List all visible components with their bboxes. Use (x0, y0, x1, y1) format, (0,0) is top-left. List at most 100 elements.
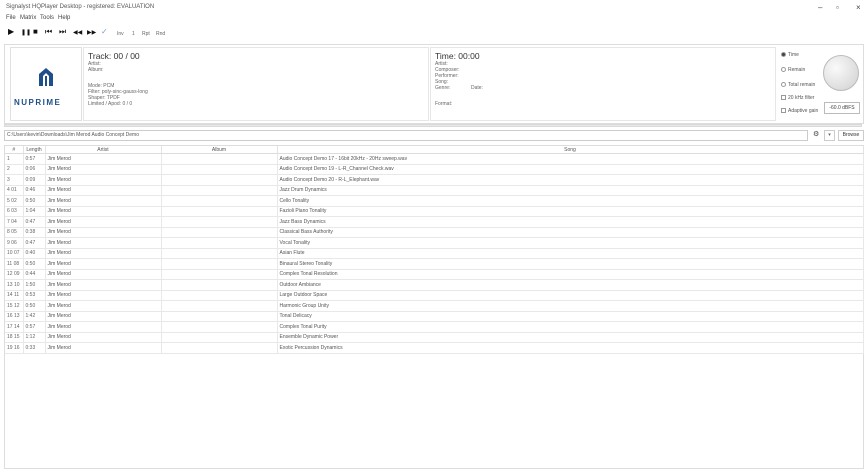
column-header-length[interactable]: Length (23, 146, 46, 154)
nuprime-logo-icon (37, 66, 55, 90)
table-row[interactable]: 17 14 0:57 Jim Merod Complex Tonal Purity (5, 321, 864, 333)
fast-forward-icon[interactable]: ▶▶ (87, 28, 96, 38)
cell-artist: Jim Merod (45, 248, 162, 259)
cell-artist: Jim Merod (45, 269, 162, 280)
play-icon[interactable]: ▶ (8, 27, 14, 37)
remain-radio[interactable]: Remain (781, 67, 805, 73)
repeat-button[interactable]: Rpt (142, 29, 150, 39)
table-row[interactable]: 7 04 0:47 Jim Merod Jazz Bass Dynamics (5, 216, 864, 228)
minimize-button[interactable]: – (818, 3, 822, 12)
cell-song: Fazioli Piano Tonality (277, 206, 864, 217)
cell-length: 0:09 (23, 174, 46, 186)
invert-button[interactable]: Inv (117, 29, 124, 39)
cell-album (161, 342, 278, 354)
rewind-icon[interactable]: ◀◀ (73, 28, 82, 38)
table-row[interactable]: 18 15 1:12 Jim Merod Ensemble Dynamic Power (5, 332, 864, 343)
table-row[interactable]: 4 01 0:46 Jim Merod Jazz Drum Dynamics (5, 185, 864, 196)
cell-song: Harmonic Group Unity (277, 300, 864, 312)
cell-album (161, 164, 278, 175)
pause-icon[interactable]: ❚❚ (21, 28, 31, 38)
folder-path-input[interactable]: C:\Users\kevin\Downloads\Jim Merod Audio… (4, 130, 808, 141)
previous-track-icon[interactable]: ⏮ (45, 27, 52, 37)
cell-album (161, 332, 278, 343)
cell-album (161, 237, 278, 249)
next-track-icon[interactable]: ⏭ (59, 27, 66, 37)
cell-number: 4 01 (5, 185, 24, 196)
cell-song: Asian Flute (277, 248, 864, 259)
table-row[interactable]: 6 03 1:04 Jim Merod Fazioli Piano Tonality (5, 206, 864, 217)
cell-song: Complex Tonal Purity (277, 321, 864, 333)
path-bar: C:\Users\kevin\Downloads\Jim Merod Audio… (4, 130, 864, 141)
gain-readout: -60.0 dBFS (824, 102, 860, 114)
cell-song: Jazz Drum Dynamics (277, 185, 864, 196)
table-row[interactable]: 5 02 0:50 Jim Merod Cello Tonality (5, 195, 864, 207)
cell-artist: Jim Merod (45, 321, 162, 333)
column-header-artist[interactable]: Artist (45, 146, 162, 154)
cell-artist: Jim Merod (45, 342, 162, 354)
cell-number: 13 10 (5, 279, 24, 291)
stop-icon[interactable]: ■ (33, 27, 38, 37)
cell-length: 0:46 (23, 185, 46, 196)
single-button[interactable]: 1 (132, 29, 135, 39)
cell-artist: Jim Merod (45, 195, 162, 207)
table-row[interactable]: 10 07 0:40 Jim Merod Asian Flute (5, 248, 864, 259)
table-row[interactable]: 9 06 0:47 Jim Merod Vocal Tonality (5, 237, 864, 249)
random-button[interactable]: Rnd (156, 29, 165, 39)
cell-number: 9 06 (5, 237, 24, 249)
table-row[interactable]: 8 05 0:38 Jim Merod Classical Bass Authorit… (5, 227, 864, 238)
cell-album (161, 216, 278, 228)
adaptive-gain-checkbox[interactable]: Adaptive gain (781, 108, 818, 114)
menu-help[interactable]: Help (58, 15, 70, 21)
menu-matrix[interactable]: Matrix (20, 15, 36, 21)
table-row[interactable]: 13 10 1:50 Jim Merod Outdoor Ambiance (5, 279, 864, 291)
cell-number: 11 08 (5, 258, 24, 270)
table-row[interactable]: 14 11 0:53 Jim Merod Large Outdoor Space (5, 290, 864, 301)
filter-20k-label: 20 kHz filter (788, 95, 815, 101)
cell-length: 0:50 (23, 258, 46, 270)
cell-song: Audio Concept Demo 19 - L-R_Channel Chec… (277, 164, 864, 175)
filter-20k-checkbox[interactable]: 20 kHz filter (781, 95, 814, 101)
title-bar: Signalyst HQPlayer Desktop - registered:… (0, 0, 866, 14)
menu-file[interactable]: File (6, 15, 16, 21)
time-info: Time: 00:00 Artist: Composer: Performer:… (430, 47, 776, 121)
column-header-number[interactable]: # (5, 146, 24, 154)
maximize-button[interactable]: ▫ (836, 3, 839, 12)
column-header-song[interactable]: Song (277, 146, 864, 154)
cell-number: 16 13 (5, 311, 24, 322)
table-row[interactable]: 12 09 0:44 Jim Merod Complex Tonal Resoluti… (5, 269, 864, 280)
seek-bar[interactable] (4, 124, 862, 127)
close-button[interactable]: × (856, 3, 861, 12)
table-row[interactable]: 2 0:06 Jim Merod Audio Concept Demo 19 - L-… (5, 164, 864, 175)
time-radio[interactable]: Time (781, 52, 799, 58)
table-row[interactable]: 3 0:09 Jim Merod Audio Concept Demo 20 - R-… (5, 174, 864, 186)
total-remain-radio[interactable]: Total remain (781, 82, 815, 88)
cell-album (161, 153, 278, 165)
table-row[interactable]: 11 08 0:50 Jim Merod Binaural Stereo Tonali… (5, 258, 864, 270)
remain-radio-label: Remain (788, 67, 806, 73)
logo-text: NUPRIME (14, 98, 62, 107)
cell-album (161, 269, 278, 280)
chevron-down-icon[interactable]: ▾ (824, 130, 835, 141)
cell-number: 12 09 (5, 269, 24, 280)
cell-artist: Jim Merod (45, 227, 162, 238)
window-title: Signalyst HQPlayer Desktop - registered:… (6, 4, 155, 10)
cell-number: 19 16 (5, 342, 24, 354)
volume-knob[interactable] (823, 55, 859, 91)
cell-length: 0:47 (23, 216, 46, 228)
format-label: Format: (435, 101, 453, 107)
table-row[interactable]: 16 13 1:42 Jim Merod Tonal Delicacy (5, 311, 864, 322)
display-options: Time Remain Total remain 20 kHz filter A… (778, 47, 861, 119)
gear-icon[interactable]: ⚙ (813, 130, 819, 138)
cell-number: 7 04 (5, 216, 24, 228)
cell-song: Audio Concept Demo 20 - R-L_Elephant.wav (277, 174, 864, 186)
cell-song: Complex Tonal Resolution (277, 269, 864, 280)
cell-album (161, 258, 278, 270)
cell-number: 6 03 (5, 206, 24, 217)
table-row[interactable]: 15 12 0:50 Jim Merod Harmonic Group Unity (5, 300, 864, 312)
table-row[interactable]: 19 16 0:33 Jim Merod Exotic Percussion Dyna… (5, 342, 864, 354)
table-row[interactable]: 1 0:57 Jim Merod Audio Concept Demo 17 - 16… (5, 153, 864, 165)
column-header-album[interactable]: Album (161, 146, 278, 154)
menu-tools[interactable]: Tools (40, 15, 54, 21)
check-icon[interactable]: ✓ (101, 27, 108, 37)
browse-button[interactable]: Browse (838, 130, 864, 141)
